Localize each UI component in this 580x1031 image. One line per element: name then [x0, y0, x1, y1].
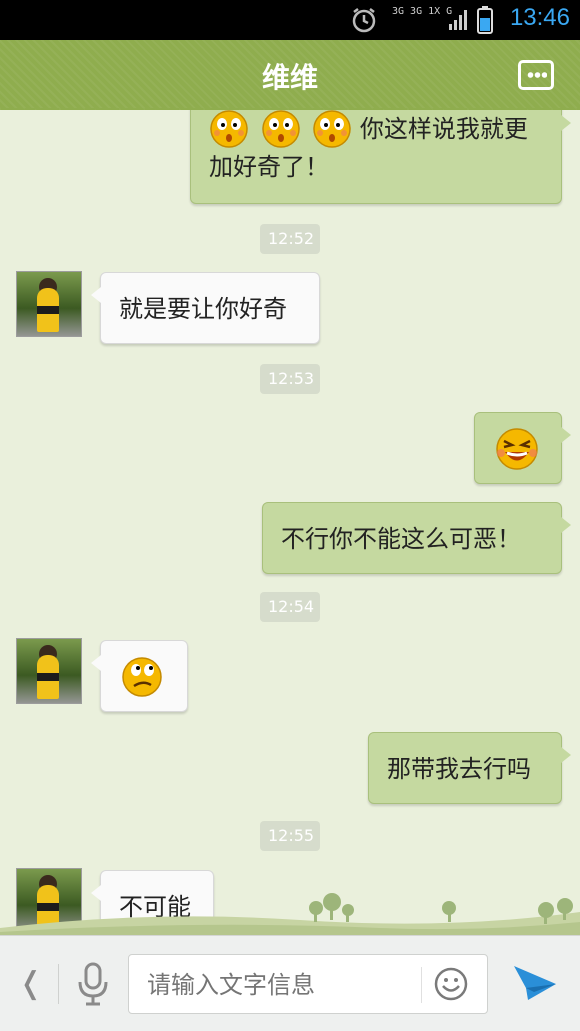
surprised-face-icon — [210, 110, 248, 148]
message-bubble-incoming[interactable]: 就是要让你好奇 — [91, 272, 320, 344]
contact-name: 维维 — [261, 61, 318, 94]
signal-icon — [449, 10, 467, 30]
timestamp: 12:52 — [260, 224, 320, 254]
timestamp: 12:53 — [260, 364, 320, 394]
back-button[interactable]: ❬ — [18, 966, 43, 1001]
network-indicator: 3G 3G 1X G — [392, 6, 453, 17]
battery-icon — [477, 6, 493, 34]
send-icon[interactable] — [512, 962, 558, 1006]
avatar[interactable] — [16, 271, 82, 337]
status-time: 13:46 — [509, 4, 570, 31]
message-bubble-incoming[interactable] — [91, 640, 188, 712]
message-text: 加好奇了！ — [209, 153, 329, 181]
timestamp: 12:55 — [260, 821, 320, 851]
alarm-icon — [352, 8, 376, 33]
message-text: 就是要让你好奇 — [119, 295, 287, 323]
message-text: 不行你不能这么可恶！ — [281, 525, 521, 553]
message-bubble-outgoing[interactable]: 你这样说我就更 加好奇了！ — [190, 110, 571, 204]
message-text: 你这样说我就更 — [359, 115, 528, 143]
message-bubble-outgoing[interactable] — [474, 412, 571, 484]
emoji-picker-icon[interactable] — [434, 967, 468, 1001]
message-bubble-outgoing[interactable]: 那带我去行吗 — [368, 732, 571, 804]
more-icon — [527, 72, 547, 78]
surprised-face-icon — [313, 110, 352, 148]
surprised-face-icon — [261, 110, 300, 148]
avatar[interactable] — [16, 638, 82, 704]
divider — [421, 967, 422, 1003]
landscape-decoration — [0, 893, 580, 935]
divider — [58, 964, 59, 1004]
status-bar: 3G 3G 1X G 13:46 — [0, 0, 580, 40]
confused-face-icon — [122, 657, 162, 697]
laughing-face-icon — [496, 428, 538, 470]
message-list[interactable]: 你这样说我就更 加好奇了！ 12:52 就是要让你好奇 12:53 不行你不能这… — [0, 110, 580, 935]
chat-header: 维维 — [0, 40, 580, 116]
message-text: 那带我去行吗 — [387, 755, 531, 783]
message-bubble-outgoing[interactable]: 不行你不能这么可恶！ — [262, 502, 571, 574]
message-input[interactable] — [147, 965, 407, 1005]
message-input-field[interactable] — [128, 954, 488, 1014]
input-bar: ❬ — [0, 935, 580, 1031]
timestamp: 12:54 — [260, 592, 320, 622]
microphone-icon[interactable] — [76, 962, 110, 1006]
more-button[interactable] — [518, 60, 554, 90]
